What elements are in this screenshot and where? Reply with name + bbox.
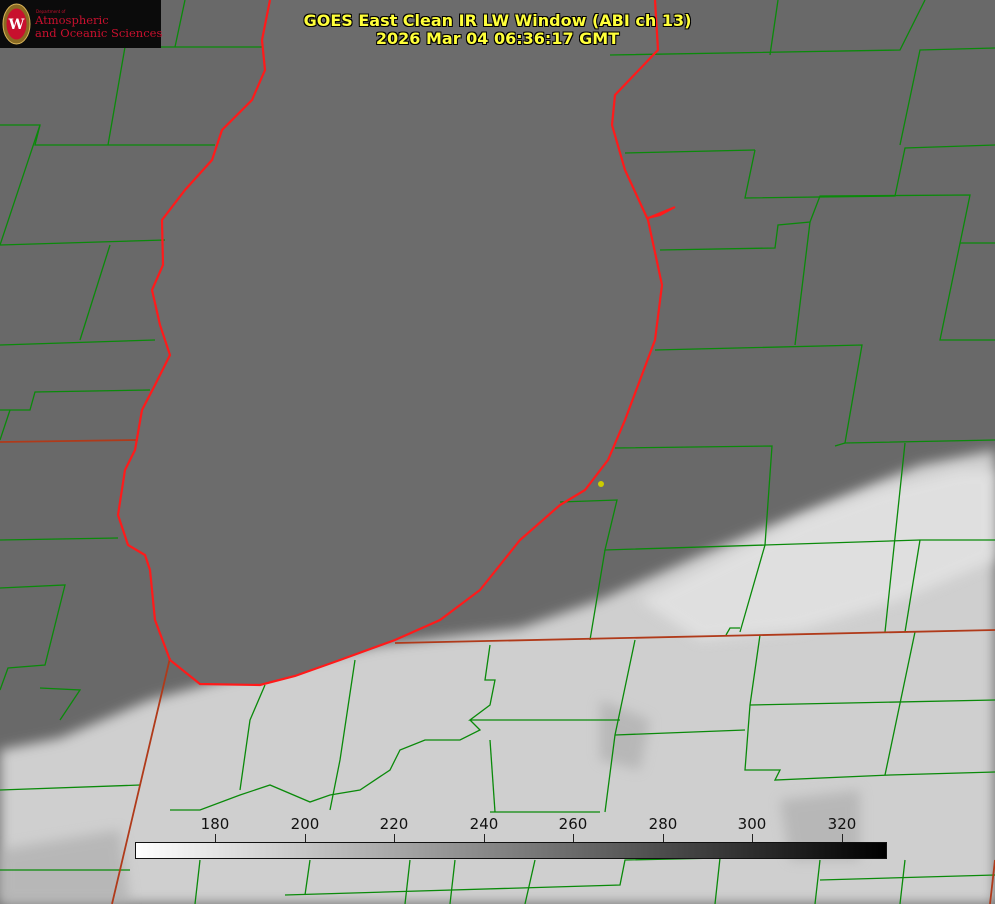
colorbar-tick-label: 320 xyxy=(827,815,857,833)
colorbar-tick xyxy=(663,834,664,842)
colorbar-tick-label: 280 xyxy=(648,815,678,833)
satellite-image xyxy=(0,0,995,904)
colorbar-tick xyxy=(305,834,306,842)
image-title: GOES East Clean IR LW Window (ABI ch 13) xyxy=(303,11,692,30)
colorbar-tick-label: 220 xyxy=(379,815,409,833)
colorbar-tick xyxy=(484,834,485,842)
colorbar-tick-label: 200 xyxy=(290,815,320,833)
colorbar-tick xyxy=(215,834,216,842)
colorbar-tick xyxy=(394,834,395,842)
colorbar-tick-label: 180 xyxy=(200,815,230,833)
colorbar-tick-label: 260 xyxy=(558,815,588,833)
location-marker xyxy=(598,481,604,487)
colorbar-tick xyxy=(842,834,843,842)
colorbar-tick xyxy=(573,834,574,842)
image-timestamp: 2026 Mar 04 06:36:17 GMT xyxy=(375,29,620,48)
colorbar-tick-label: 300 xyxy=(737,815,767,833)
colorbar-tick xyxy=(752,834,753,842)
colorbar xyxy=(135,842,887,859)
colorbar-tick-label: 240 xyxy=(469,815,499,833)
